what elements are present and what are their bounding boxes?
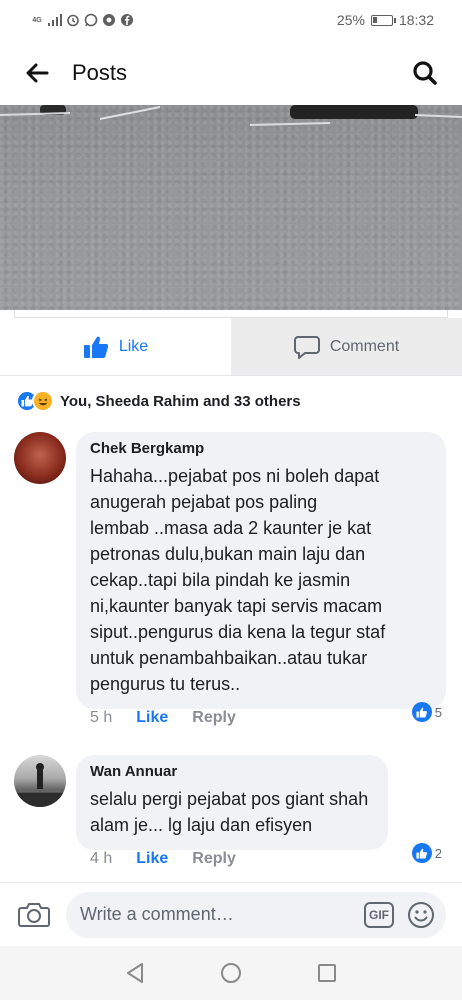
comment-like-count[interactable]: 2 xyxy=(411,843,442,863)
comment-item: Wan Annuar selalu pergi pejabat pos gian… xyxy=(14,755,450,875)
top-app-bar: Posts xyxy=(0,40,462,105)
comment-time: 5 h xyxy=(90,709,113,726)
post-card-border xyxy=(14,310,448,318)
status-right-icons: 25% 18:32 xyxy=(337,12,434,28)
reaction-summary-text: You, Sheeda Rahim and 33 others xyxy=(60,392,301,410)
comment-text: selalu pergi pejabat pos giant shah alam… xyxy=(90,789,369,835)
comment-like-button[interactable]: Like xyxy=(136,850,168,868)
signal-icon xyxy=(48,13,62,27)
battery-fill xyxy=(372,16,377,23)
whatsapp-icon xyxy=(84,13,98,27)
recents-square-icon xyxy=(318,964,336,982)
reaction-icons xyxy=(16,390,54,412)
clock: 18:32 xyxy=(398,12,434,28)
comment-author[interactable]: Chek Bergkamp xyxy=(90,440,432,457)
comment-meta: 4 h Like Reply xyxy=(90,850,236,868)
comment-time: 4 h xyxy=(90,850,113,867)
nav-recents-button[interactable] xyxy=(315,961,339,985)
status-left-icons: 4G xyxy=(30,13,134,27)
comment-like-count[interactable]: 5 xyxy=(411,702,442,722)
back-button[interactable] xyxy=(22,58,52,88)
camera-button[interactable] xyxy=(16,897,52,933)
chrome-icon xyxy=(102,13,116,27)
comment-meta: 5 h Like Reply xyxy=(90,709,236,727)
emoji-button[interactable] xyxy=(406,900,436,930)
comment-icon xyxy=(293,335,320,359)
divider xyxy=(0,375,462,376)
system-nav-bar xyxy=(0,946,462,1000)
battery-icon xyxy=(370,14,396,26)
search-icon xyxy=(413,60,437,85)
home-circle-icon xyxy=(221,963,241,983)
post-photo[interactable] xyxy=(0,105,462,310)
comment-composer: GIF xyxy=(0,882,462,946)
comment-bubble: Wan Annuar selalu pergi pejabat pos gian… xyxy=(76,755,388,850)
network-type: 4G xyxy=(32,16,42,24)
gif-icon: GIF xyxy=(369,907,389,922)
thumbs-up-icon xyxy=(83,336,108,358)
parking-lot-image xyxy=(0,105,462,126)
page-title: Posts xyxy=(72,59,128,85)
back-arrow-icon xyxy=(26,63,49,82)
comment-item: Chek Bergkamp Hahaha...pejabat pos ni bo… xyxy=(14,432,450,732)
thumbs-up-icon xyxy=(411,843,432,863)
reaction-summary[interactable]: You, Sheeda Rahim and 33 others xyxy=(16,388,301,414)
comment-label: Comment xyxy=(329,337,400,355)
smiley-icon xyxy=(408,901,434,928)
comment-button[interactable]: Comment xyxy=(231,318,462,375)
facebook-icon xyxy=(120,13,134,27)
comment-reply-button[interactable]: Reply xyxy=(192,709,236,727)
comment-input-box: GIF xyxy=(66,891,446,938)
comment-text: Hahaha...pejabat pos ni boleh dapat anug… xyxy=(90,466,386,694)
avatar[interactable] xyxy=(14,755,66,807)
status-bar: 4G 25% 18:32 xyxy=(0,0,462,40)
comment-author[interactable]: Wan Annuar xyxy=(90,763,374,780)
search-button[interactable] xyxy=(410,58,440,88)
avatar[interactable] xyxy=(14,432,66,484)
battery-percent: 25% xyxy=(336,12,365,28)
nav-back-button[interactable] xyxy=(123,961,147,985)
post-action-bar: Like Comment xyxy=(0,318,462,375)
like-button[interactable]: Like xyxy=(0,318,231,375)
camera-icon xyxy=(18,902,50,927)
comment-reply-button[interactable]: Reply xyxy=(192,850,236,868)
thumbs-up-icon xyxy=(411,702,432,722)
nav-home-button[interactable] xyxy=(219,961,243,985)
comment-bubble: Chek Bergkamp Hahaha...pejabat pos ni bo… xyxy=(76,432,446,709)
like-count: 2 xyxy=(434,845,442,861)
comment-like-button[interactable]: Like xyxy=(136,709,168,727)
alarm-icon xyxy=(66,13,80,27)
comment-input[interactable] xyxy=(80,904,364,925)
like-count: 5 xyxy=(434,704,442,720)
back-triangle-icon xyxy=(127,963,143,983)
like-label: Like xyxy=(118,337,149,355)
haha-reaction-icon xyxy=(32,390,54,412)
gif-button[interactable]: GIF xyxy=(364,901,394,928)
